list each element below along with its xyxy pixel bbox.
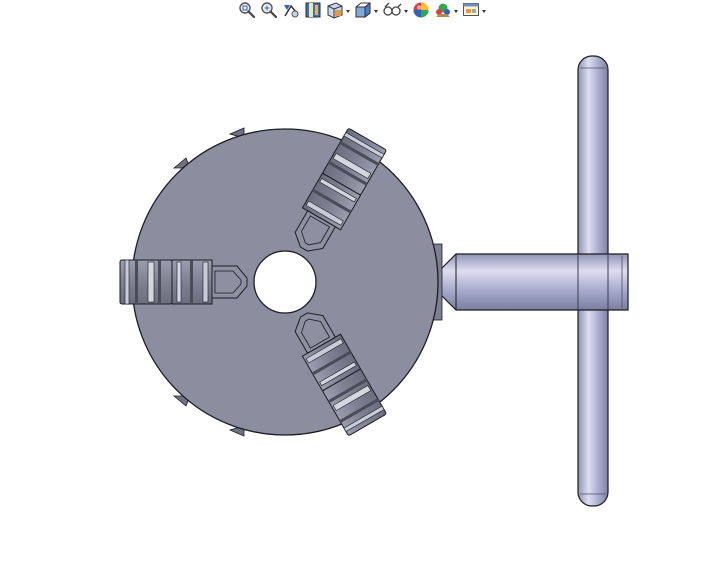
chuck-key-shaft[interactable] [431,243,629,321]
chuck-jaw-left[interactable] [119,259,248,305]
graphics-area[interactable] [0,0,709,564]
chuck-center-bore [253,250,317,314]
model-view[interactable] [0,0,709,564]
